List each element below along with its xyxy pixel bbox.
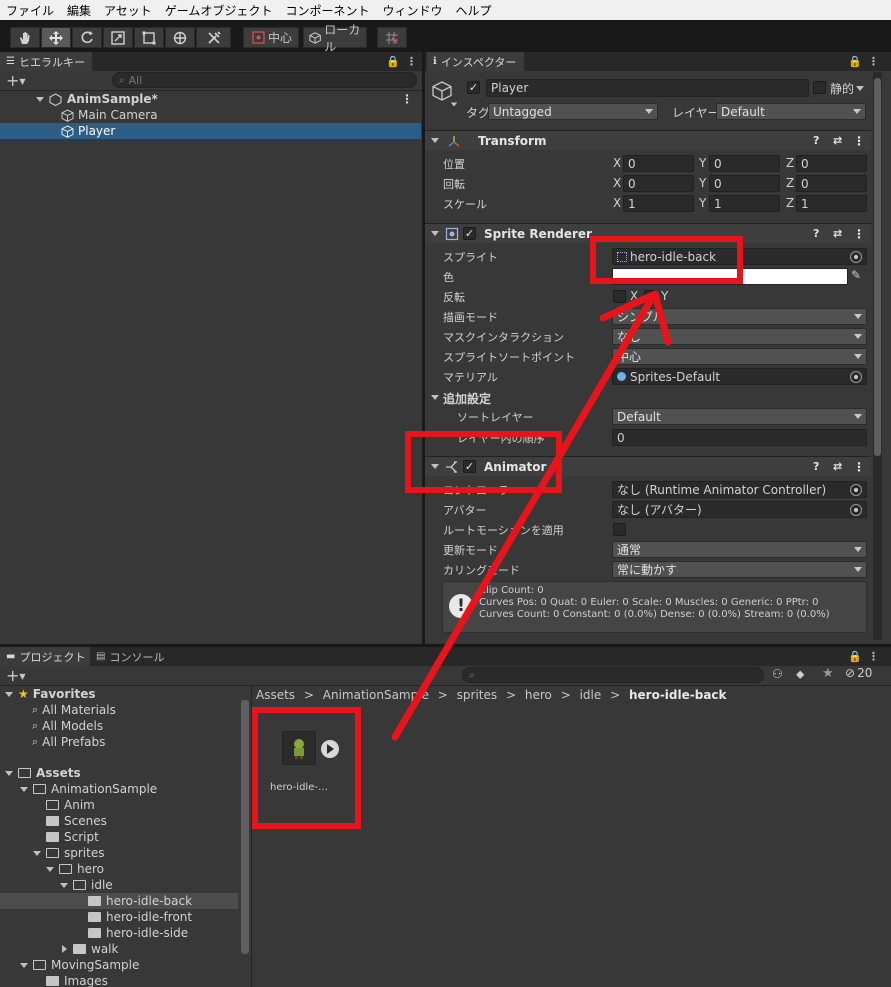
annotation-arrow <box>391 290 672 741</box>
